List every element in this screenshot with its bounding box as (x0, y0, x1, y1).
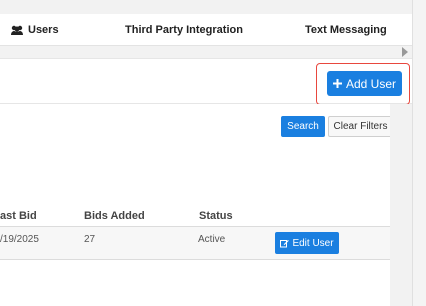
right-gutter (390, 104, 412, 306)
tab-users[interactable]: Users (10, 14, 59, 46)
edit-icon (280, 239, 290, 247)
tab-bar: Users Third Party Integration Text Messa… (0, 14, 412, 46)
cell-last-bid: /19/2025 (0, 234, 39, 245)
add-user-button[interactable]: Add User (327, 71, 402, 96)
cell-status: Active (198, 234, 226, 245)
column-header-status[interactable]: Status (199, 210, 233, 222)
plus-icon (332, 79, 342, 88)
edit-user-label: Edit User (292, 237, 334, 249)
column-header-bids-added[interactable]: Bids Added (84, 210, 145, 222)
tab-third-party-integration[interactable]: Third Party Integration (125, 14, 243, 46)
clear-filters-button[interactable]: Clear Filters (328, 116, 393, 137)
users-icon (11, 25, 23, 35)
tab-text-messaging[interactable]: Text Messaging (305, 14, 387, 46)
add-user-label: Add User (345, 76, 397, 91)
scroll-right-icon[interactable] (402, 47, 408, 57)
edit-user-button[interactable]: Edit User (275, 232, 339, 254)
vertical-scrollbar[interactable] (412, 0, 426, 306)
cell-bids-added: 27 (84, 234, 96, 245)
search-button[interactable]: Search (281, 116, 325, 137)
column-header-last-bid[interactable]: ast Bid (0, 210, 37, 222)
tab-users-label: Users (28, 24, 59, 36)
